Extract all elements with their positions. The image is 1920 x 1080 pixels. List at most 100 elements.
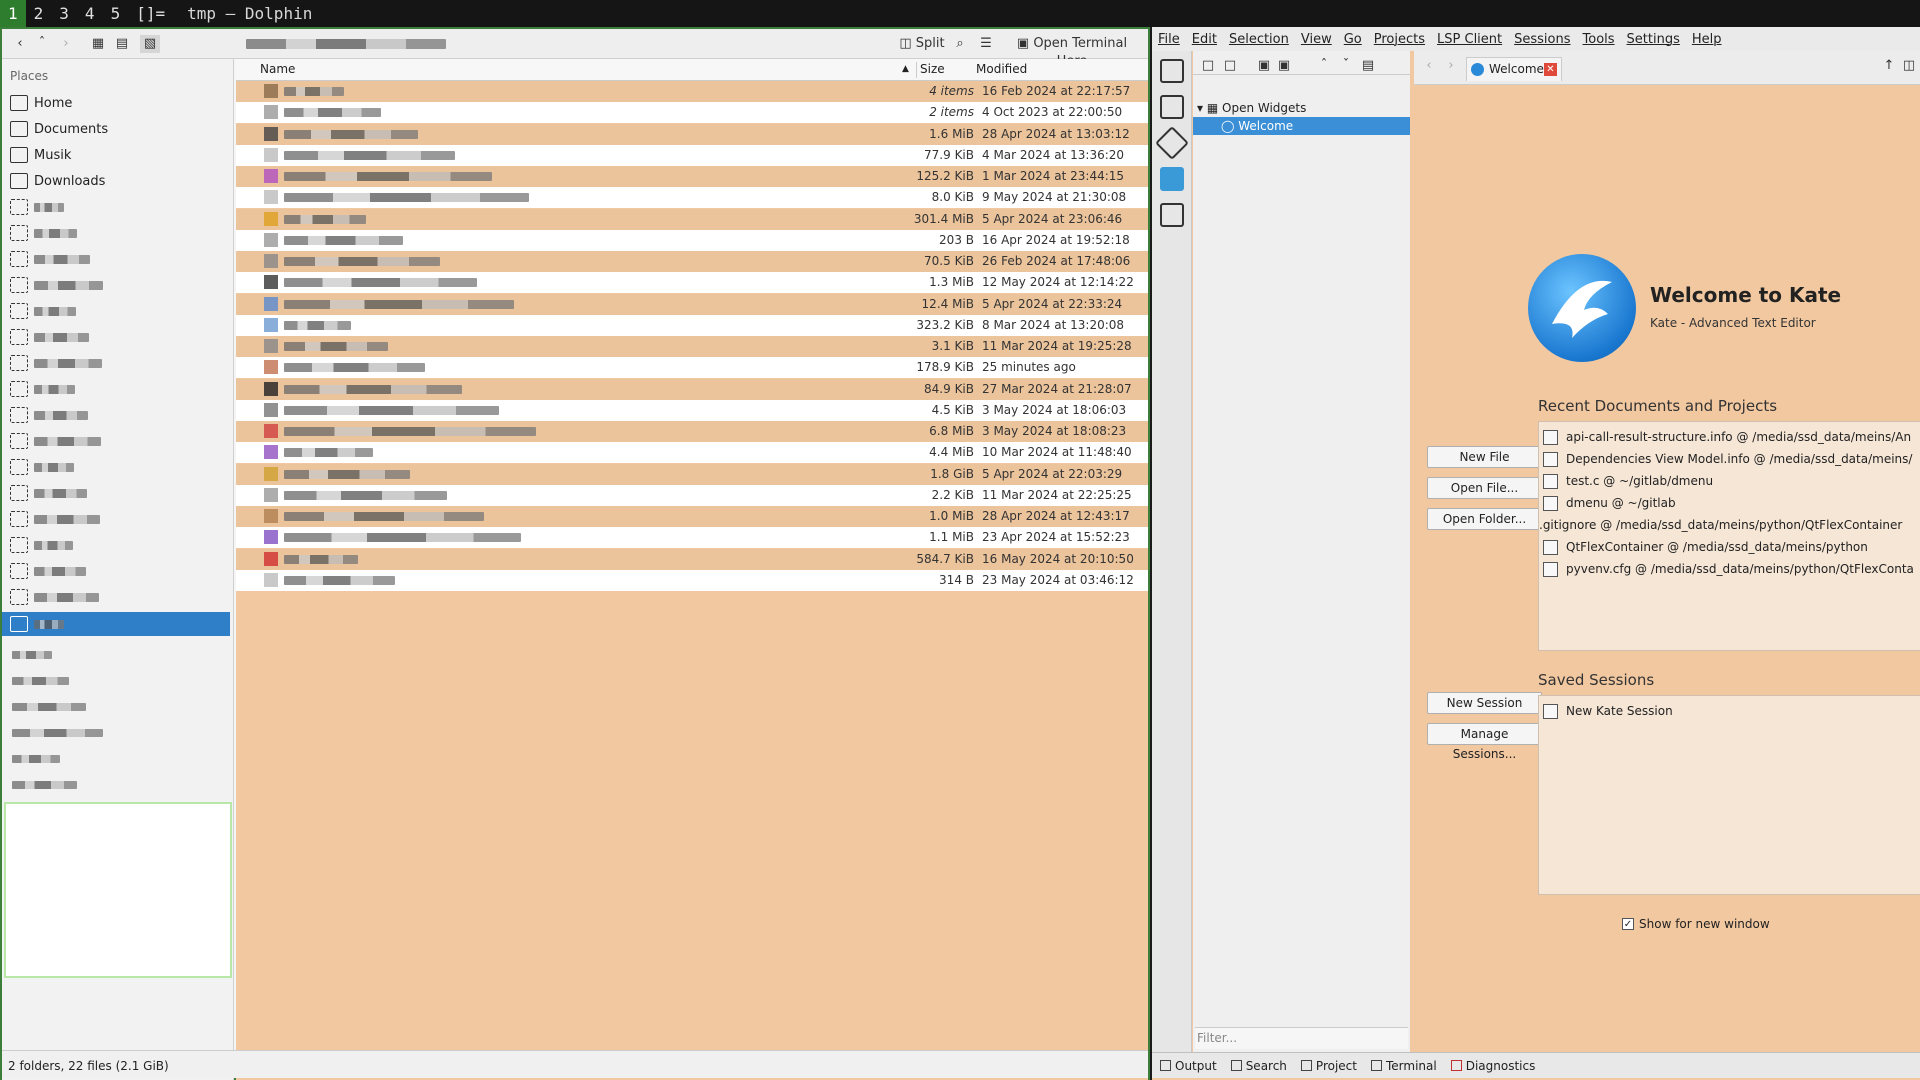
menu-sessions[interactable]: Sessions xyxy=(1508,32,1576,47)
filter-input[interactable]: Filter... xyxy=(1195,1027,1408,1049)
recent-item[interactable]: QtFlexContainer @ /media/ssd_data/meins/… xyxy=(1543,536,1868,558)
bottom-tab-diagnostics[interactable]: Diagnostics xyxy=(1450,1059,1535,1073)
table-row[interactable]: 4 items 16 Feb 2024 at 22:17:57 xyxy=(236,81,1148,102)
places-item-blurred[interactable] xyxy=(2,221,230,245)
table-row[interactable]: 301.4 MiB 5 Apr 2024 at 23:06:46 xyxy=(236,208,1148,230)
menu-settings[interactable]: Settings xyxy=(1621,32,1686,47)
menu-projects[interactable]: Projects xyxy=(1368,32,1431,47)
workspace-5[interactable]: 5 xyxy=(103,0,129,27)
places-item-blurred[interactable] xyxy=(2,533,230,557)
bottom-tab-search[interactable]: Search xyxy=(1230,1059,1287,1073)
recent-item[interactable]: .gitignore @ /media/ssd_data/meins/pytho… xyxy=(1539,514,1902,536)
table-row[interactable]: 2.2 KiB 11 Mar 2024 at 22:25:25 xyxy=(236,484,1148,506)
forward-icon[interactable]: › xyxy=(1444,57,1458,75)
places-item-blurred[interactable] xyxy=(2,585,230,609)
open-folder-button[interactable]: Open Folder... xyxy=(1427,508,1542,530)
table-row[interactable]: 4.5 KiB 3 May 2024 at 18:06:03 xyxy=(236,399,1148,421)
search-icon[interactable]: ⌕ xyxy=(952,35,968,53)
menu-help[interactable]: Help xyxy=(1686,32,1728,47)
menu-file[interactable]: File xyxy=(1152,32,1186,47)
new-file-button[interactable]: New File xyxy=(1427,446,1542,468)
tree-icon[interactable] xyxy=(1160,203,1184,227)
places-item-blurred[interactable] xyxy=(2,403,230,427)
recent-item[interactable]: pyvenv.cfg @ /media/ssd_data/meins/pytho… xyxy=(1543,558,1914,580)
places-item-blurred[interactable] xyxy=(2,773,230,797)
table-row[interactable]: 1.1 MiB 23 Apr 2024 at 15:52:23 xyxy=(236,527,1148,549)
folder-icon[interactable]: ▤ xyxy=(1361,57,1375,75)
places-item-blurred[interactable] xyxy=(2,429,230,453)
menu-view[interactable]: View xyxy=(1295,32,1338,47)
column-size[interactable]: Size xyxy=(920,62,945,76)
table-row[interactable]: 8.0 KiB 9 May 2024 at 21:30:08 xyxy=(236,187,1148,209)
open-terminal-button[interactable]: ▣ Open Terminal Here xyxy=(1002,35,1142,69)
table-row[interactable]: 70.5 KiB 26 Feb 2024 at 17:48:06 xyxy=(236,251,1148,272)
table-row[interactable]: 1.6 MiB 28 Apr 2024 at 13:03:12 xyxy=(236,123,1148,145)
places-item-blurred[interactable] xyxy=(2,325,230,349)
places-item-blurred[interactable] xyxy=(2,559,230,583)
split-view-icon[interactable]: ◫ xyxy=(1902,57,1916,75)
workspace-3[interactable]: 3 xyxy=(51,0,77,27)
table-row[interactable]: 323.2 KiB 8 Mar 2024 at 13:20:08 xyxy=(236,314,1148,336)
places-item-blurred[interactable] xyxy=(2,195,230,219)
close-icon[interactable]: ✕ xyxy=(1544,63,1557,76)
symbols-icon[interactable] xyxy=(1160,95,1184,119)
tree-root[interactable]: ▾ ▦ Open Widgets xyxy=(1193,99,1410,117)
table-row[interactable]: 2 items 4 Oct 2023 at 22:00:50 xyxy=(236,102,1148,124)
menu-tools[interactable]: Tools xyxy=(1577,32,1621,47)
recent-item[interactable]: test.c @ ~/gitlab/dmenu xyxy=(1543,470,1713,492)
places-item-blurred[interactable] xyxy=(2,247,230,271)
menu-lsp-client[interactable]: LSP Client xyxy=(1431,32,1508,47)
up-arrow-icon[interactable]: ˆ xyxy=(1317,57,1331,75)
places-item-blurred[interactable] xyxy=(2,351,230,375)
table-row[interactable]: 1.3 MiB 12 May 2024 at 12:14:22 xyxy=(236,272,1148,294)
places-item-blurred[interactable] xyxy=(2,669,230,693)
git-icon[interactable] xyxy=(1155,126,1189,160)
save-all-icon[interactable]: ▣ xyxy=(1277,57,1291,75)
places-item-home[interactable]: Home xyxy=(2,91,230,115)
table-row[interactable]: 584.7 KiB 16 May 2024 at 20:10:50 xyxy=(236,548,1148,570)
tab-welcome[interactable]: Welcome ✕ xyxy=(1466,57,1562,81)
table-row[interactable]: 1.0 MiB 28 Apr 2024 at 12:43:17 xyxy=(236,506,1148,527)
table-row[interactable]: 1.8 GiB 5 Apr 2024 at 22:03:29 xyxy=(236,463,1148,485)
table-row[interactable]: 178.9 KiB 25 minutes ago xyxy=(236,357,1148,379)
workspace-2[interactable]: 2 xyxy=(26,0,52,27)
places-item-blurred[interactable] xyxy=(2,481,230,505)
places-item-musik[interactable]: Musik xyxy=(2,143,230,167)
up-icon[interactable]: ˆ xyxy=(34,35,50,53)
breadcrumb[interactable] xyxy=(246,39,446,49)
table-row[interactable]: 6.8 MiB 3 May 2024 at 18:08:23 xyxy=(236,421,1148,442)
column-name[interactable]: Name xyxy=(260,62,295,76)
pin-icon[interactable]: ↑ xyxy=(1882,57,1896,75)
menu-edit[interactable]: Edit xyxy=(1186,32,1223,47)
back-icon[interactable]: ‹ xyxy=(12,35,28,53)
forward-icon[interactable]: › xyxy=(58,35,74,53)
table-row[interactable]: 4.4 MiB 10 Mar 2024 at 11:48:40 xyxy=(236,442,1148,464)
open-doc-icon[interactable]: □ xyxy=(1223,57,1237,75)
tree-item-welcome[interactable]: ◯ Welcome xyxy=(1193,117,1410,135)
bottom-tab-project[interactable]: Project xyxy=(1300,1059,1357,1073)
recent-item[interactable]: Dependencies View Model.info @ /media/ss… xyxy=(1543,448,1912,470)
table-row[interactable]: 314 B 23 May 2024 at 03:46:12 xyxy=(236,569,1148,591)
workspace-1[interactable]: 1 xyxy=(0,0,26,27)
back-icon[interactable]: ‹ xyxy=(1422,57,1436,75)
icons-view-icon[interactable]: ▦ xyxy=(90,35,106,53)
places-item-blurred[interactable] xyxy=(2,721,230,745)
places-item-blurred[interactable] xyxy=(2,507,230,531)
recent-item[interactable]: api-call-result-structure.info @ /media/… xyxy=(1543,426,1911,448)
table-row[interactable]: 84.9 KiB 27 Mar 2024 at 21:28:07 xyxy=(236,378,1148,400)
compact-view-icon[interactable]: ▤ xyxy=(114,35,130,53)
new-session-button[interactable]: New Session xyxy=(1427,692,1542,714)
places-item-documents[interactable]: Documents xyxy=(2,117,230,141)
table-row[interactable]: 3.1 KiB 11 Mar 2024 at 19:25:28 xyxy=(236,336,1148,357)
places-item-blurred[interactable] xyxy=(2,643,230,667)
places-item-downloads[interactable]: Downloads xyxy=(2,169,230,193)
places-item-blurred[interactable] xyxy=(2,747,230,771)
table-row[interactable]: 203 B 16 Apr 2024 at 19:52:18 xyxy=(236,229,1148,251)
session-item[interactable]: New Kate Session xyxy=(1543,700,1673,722)
column-modified[interactable]: Modified xyxy=(976,62,1027,76)
places-item-selected[interactable] xyxy=(2,612,230,636)
menu-selection[interactable]: Selection xyxy=(1223,32,1295,47)
places-item-blurred[interactable] xyxy=(2,455,230,479)
table-row[interactable]: 12.4 MiB 5 Apr 2024 at 22:33:24 xyxy=(236,293,1148,315)
split-button[interactable]: ◫ Split xyxy=(892,35,952,53)
